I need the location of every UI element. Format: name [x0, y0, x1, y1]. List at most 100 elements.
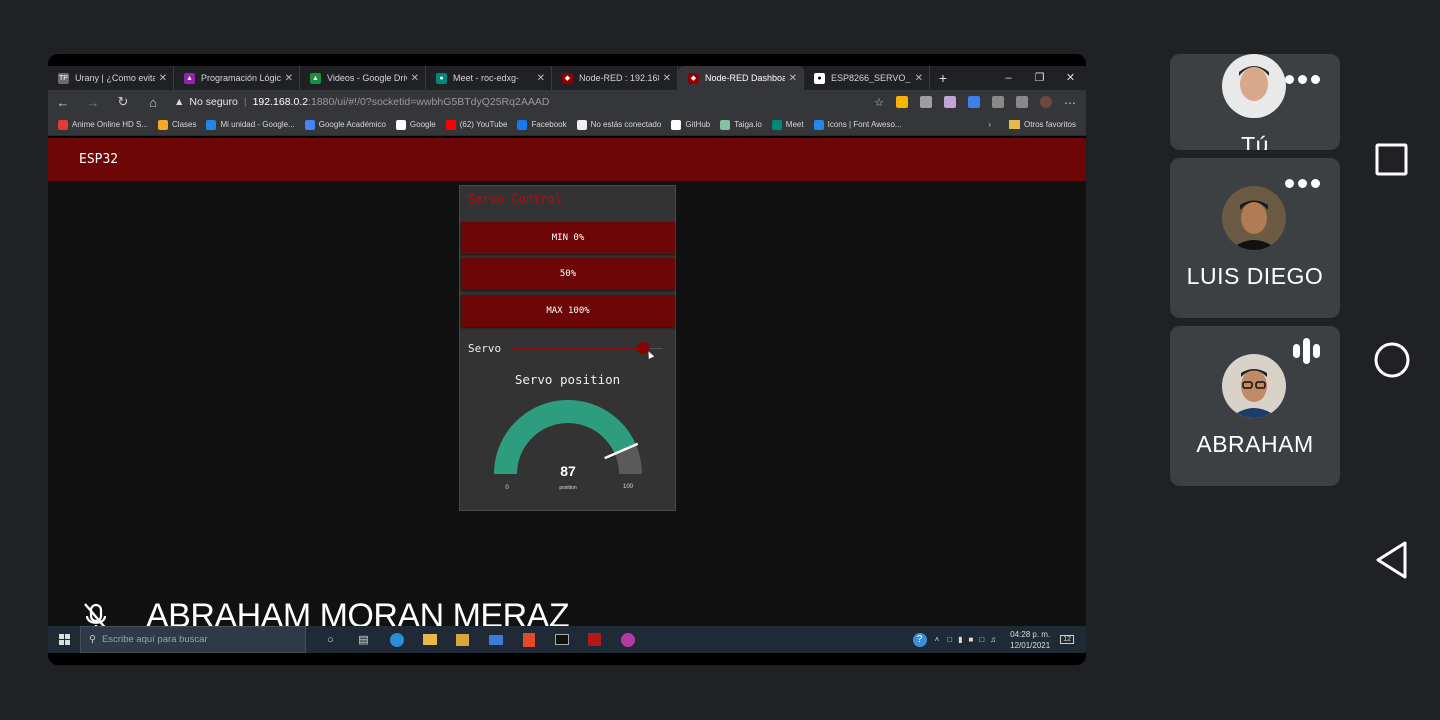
bookmark-item[interactable]: Google Académico — [304, 119, 386, 130]
bookmark-icon — [395, 119, 406, 130]
bookmark-label: (62) YouTube — [459, 120, 508, 129]
warning-icon: ▲ — [174, 96, 185, 108]
restore-icon[interactable]: ❐ — [1024, 66, 1055, 90]
taskbar-apps: ○ ▤ — [314, 626, 644, 653]
forward-icon[interactable]: → — [78, 95, 108, 110]
browser-tab[interactable]: ● ESP8266_SERVO_MQT ✕ — [804, 66, 930, 90]
star-icon[interactable]: ☆ — [874, 96, 884, 109]
new-tab-button[interactable]: + — [930, 66, 956, 90]
browser-tab[interactable]: ▲ Videos - Google Drive ✕ — [300, 66, 426, 90]
browser-tab[interactable]: ▲ Programación Lógica y ✕ — [174, 66, 300, 90]
circle-icon[interactable] — [1370, 340, 1414, 380]
min-button[interactable]: MIN 0% — [461, 222, 675, 254]
bookmark-item[interactable]: Taiga.io — [720, 119, 762, 130]
clock[interactable]: 04:28 p. m. 12/01/2021 — [1010, 629, 1050, 651]
tab-title: Meet - roc-edxg- — [453, 73, 520, 83]
url-field[interactable]: ▲ No seguro | 192.168.0.2 :1880/ui/#!/0?… — [174, 96, 874, 108]
mail-icon[interactable] — [479, 626, 512, 653]
square-icon[interactable] — [1370, 143, 1414, 177]
help-icon[interactable]: ? — [912, 632, 927, 647]
cortana-icon[interactable]: ○ — [314, 626, 347, 653]
url-separator: | — [243, 96, 247, 108]
bookmark-label: Taiga.io — [734, 120, 762, 129]
more-options-icon[interactable] — [1285, 75, 1320, 84]
chevron-up-icon[interactable]: ˄ — [935, 635, 940, 644]
system-tray: ? ˄ □▮■□♫ 04:28 p. m. 12/01/2021 12 — [912, 629, 1086, 651]
collections-icon[interactable] — [1016, 96, 1028, 108]
dashboard-title: ESP32 — [79, 152, 119, 167]
profile-avatar[interactable] — [1040, 96, 1052, 108]
office-icon[interactable] — [512, 626, 545, 653]
store-icon[interactable] — [446, 626, 479, 653]
back-triangle-icon[interactable] — [1370, 540, 1414, 580]
bookmark-item[interactable]: Google — [395, 119, 436, 130]
taskbar-search[interactable]: ⚲ Escribe aquí para buscar — [80, 626, 306, 653]
half-button[interactable]: 50% — [461, 258, 675, 290]
node-red-app-icon[interactable] — [578, 626, 611, 653]
browser-tab[interactable]: ◆ Node-RED Dashboard ✕ — [678, 66, 804, 90]
close-window-icon[interactable]: ✕ — [1055, 66, 1086, 90]
browser-tab[interactable]: ● Meet - roc-edxg- ✕ — [426, 66, 552, 90]
favorites-icon[interactable] — [992, 96, 1004, 108]
minimize-icon[interactable]: – — [993, 66, 1024, 90]
close-icon[interactable]: ✕ — [915, 73, 923, 84]
task-view-icon[interactable]: ▤ — [347, 626, 380, 653]
bookmark-item[interactable]: Icons | Font Aweso... — [813, 119, 902, 130]
extension-icon[interactable] — [968, 96, 980, 108]
close-icon[interactable]: ✕ — [789, 73, 797, 84]
bookmark-item[interactable]: GitHub — [671, 119, 710, 130]
more-options-icon[interactable] — [1285, 179, 1320, 188]
browser-tab[interactable]: TP Urany | ¿Como evitar s ✕ — [48, 66, 174, 90]
extension-icon[interactable] — [920, 96, 932, 108]
file-explorer-icon[interactable] — [413, 626, 446, 653]
bookmark-icon — [720, 119, 731, 130]
chevron-right-icon[interactable]: › — [988, 120, 991, 129]
notifications-icon[interactable]: 12 — [1060, 635, 1074, 644]
bookmark-item[interactable]: Facebook — [517, 119, 567, 130]
gauge-min-label: 0 — [505, 485, 509, 491]
other-bookmarks[interactable]: › Otros favoritos — [988, 120, 1076, 129]
windows-taskbar: ⚲ Escribe aquí para buscar ○ ▤ ? ˄ □▮■□♫ — [48, 626, 1086, 653]
home-icon[interactable]: ⌂ — [138, 95, 168, 110]
reload-icon[interactable]: ↻ — [108, 94, 138, 110]
extension-icon[interactable] — [944, 96, 956, 108]
folder-icon — [1008, 120, 1020, 129]
menu-icon[interactable]: ⋯ — [1064, 96, 1076, 110]
gauge-unit: position — [559, 485, 576, 491]
close-icon[interactable]: ✕ — [411, 73, 419, 84]
browser-tab[interactable]: ◆ Node-RED : 192.168.0. ✕ — [552, 66, 678, 90]
bookmark-icon — [671, 119, 682, 130]
windows-start-icon[interactable] — [48, 634, 80, 645]
participant-tile-you[interactable]: Tú — [1170, 54, 1340, 150]
bookmark-item[interactable]: No estás conectado — [576, 119, 661, 130]
participant-tile-abraham[interactable]: ABRAHAM — [1170, 326, 1340, 486]
bookmark-item[interactable]: Clases — [158, 119, 196, 130]
close-icon[interactable]: ✕ — [663, 73, 671, 84]
slider-fill — [512, 348, 644, 349]
gauge-value: 87 — [560, 463, 576, 479]
close-icon[interactable]: ✕ — [537, 73, 545, 84]
bookmark-item[interactable]: Mi unidad - Google... — [206, 119, 295, 130]
edge-icon[interactable] — [380, 626, 413, 653]
gauge-title: Servo position — [514, 372, 621, 387]
participant-tile-luis-diego[interactable]: LUIS DIEGO — [1170, 158, 1340, 318]
tab-favicon-icon: ▲ — [184, 72, 195, 84]
back-icon[interactable]: ← — [48, 95, 78, 110]
servo-slider[interactable] — [512, 342, 663, 354]
shared-screen: TP Urany | ¿Como evitar s ✕ ▲ Programación L… — [48, 54, 1086, 665]
bookmark-item[interactable]: Anime Online HD S... — [58, 119, 148, 130]
extension-icon[interactable] — [896, 96, 908, 108]
max-button[interactable]: MAX 100% — [461, 295, 675, 327]
terminal-icon[interactable] — [545, 626, 578, 653]
close-icon[interactable]: ✕ — [285, 73, 293, 84]
bookmark-item[interactable]: (62) YouTube — [445, 119, 508, 130]
search-placeholder: Escribe aquí para buscar — [101, 634, 208, 645]
bookmark-item[interactable]: Meet — [771, 119, 804, 130]
participant-name: Tú — [1241, 132, 1269, 150]
tab-favicon-icon: TP — [58, 72, 69, 84]
browser-app-icon[interactable] — [611, 626, 644, 653]
extensions-area: ☆ ⋯ — [874, 96, 1076, 110]
tab-title: Node-RED Dashboard — [705, 73, 785, 83]
close-icon[interactable]: ✕ — [159, 73, 167, 84]
tab-title: Node-RED : 192.168.0. — [579, 73, 659, 83]
